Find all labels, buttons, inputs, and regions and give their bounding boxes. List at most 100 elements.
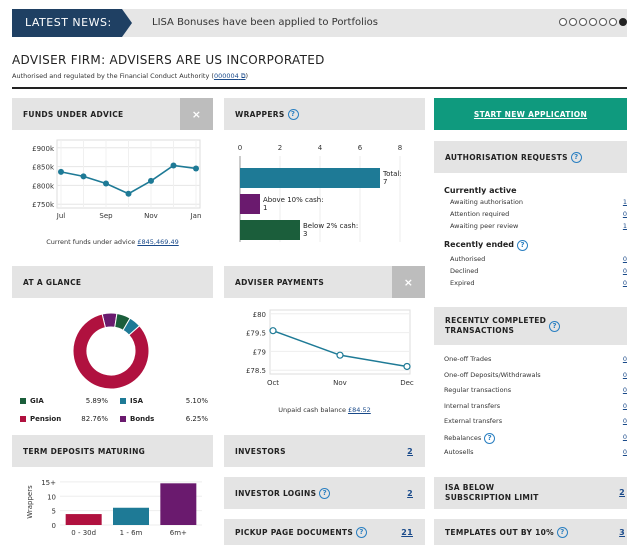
term-deposits-card: TERM DEPOSITS MATURING 15+ 10 5 0 Wrappers 0 … <box>12 435 213 545</box>
term-header: TERM DEPOSITS MATURING <box>12 435 213 467</box>
funds-data-point <box>170 162 177 169</box>
funds-title: FUNDS UNDER ADVICE <box>23 109 124 119</box>
y-axis-label: Wrappers <box>26 485 34 519</box>
y-tick-label: £900k <box>32 145 55 153</box>
y-tick-label: £80 <box>253 311 266 319</box>
fca-text: Authorised and regulated by the Financia… <box>12 72 214 80</box>
payments-data-point <box>403 362 411 371</box>
start-application-button[interactable]: START NEW APPLICATION <box>434 98 627 130</box>
funds-footer: Current funds under advice £845,469.49 <box>12 238 213 246</box>
investor-logins-count-link[interactable]: 2 <box>407 489 413 498</box>
x-tick-label: Nov <box>333 379 347 387</box>
legend-swatch <box>120 398 126 404</box>
legend-label: ISA <box>130 397 144 405</box>
ended-item-count[interactable]: 0 <box>623 279 627 287</box>
ended-item-label: Declined <box>450 267 479 275</box>
legend-label: Bonds <box>130 415 155 423</box>
transaction-item-label: Internal transfers <box>444 401 501 410</box>
close-button[interactable]: × <box>180 98 213 130</box>
investor-logins-tile[interactable]: INVESTOR LOGINS? 2 <box>224 477 425 509</box>
help-icon[interactable]: ? <box>484 432 496 444</box>
templates-out-tile[interactable]: TEMPLATES OUT BY 10%? 3 <box>434 519 627 545</box>
bar-value-label: 7 <box>383 178 387 186</box>
y-tick-label: 0 <box>52 522 56 530</box>
help-icon[interactable]: ? <box>549 320 561 332</box>
transaction-item-label: Rebalances? <box>444 432 496 444</box>
transaction-item-count[interactable]: 0 <box>623 402 627 410</box>
transaction-item-count[interactable]: 0 <box>623 433 627 441</box>
help-icon[interactable]: ? <box>287 108 299 120</box>
fca-link[interactable]: 000004 ⧉ <box>214 72 246 80</box>
investors-tile[interactable]: INVESTORS 2 <box>224 435 425 467</box>
isa-count-link[interactable]: 2 <box>619 488 625 498</box>
funds-data-point <box>58 168 64 175</box>
bar-value-label: 1 <box>263 204 267 212</box>
transaction-item-count[interactable]: 0 <box>623 386 627 394</box>
help-icon[interactable]: ? <box>356 526 368 538</box>
pagination-dot[interactable] <box>589 18 597 26</box>
active-item-count[interactable]: 1 <box>623 222 627 230</box>
x-tick-label: Dec <box>400 379 414 387</box>
isa-below-limit-tile[interactable]: ISA BELOW SUBSCRIPTION LIMIT 2 <box>434 477 627 509</box>
help-icon[interactable]: ? <box>319 487 331 499</box>
x-tick-label: 6m+ <box>170 529 187 537</box>
help-icon[interactable]: ? <box>517 240 529 251</box>
pagination-dot[interactable] <box>609 18 617 26</box>
transaction-item-count[interactable]: 0 <box>623 448 627 456</box>
recent-transactions-card: RECENTLY COMPLETED TRANSACTIONS? One-off … <box>434 307 627 467</box>
news-text[interactable]: LISA Bonuses have been applied to Portfo… <box>152 9 378 37</box>
ended-item-count[interactable]: 0 <box>623 255 627 263</box>
legend-label: Pension <box>30 415 62 423</box>
legend-value: 5.10% <box>185 397 208 405</box>
recently-ended-label: Recently ended <box>444 240 515 249</box>
recent-title-line2: TRANSACTIONS <box>445 326 515 335</box>
payments-footer: Unpaid cash balance £84.52 <box>224 406 425 414</box>
payments-card: ADVISER PAYMENTS × £80 £79.5 £79 £78.5 Oct Nov… <box>224 266 425 426</box>
pagination-dot[interactable] <box>569 18 577 26</box>
y-tick-label: £79.5 <box>246 330 266 338</box>
pickup-documents-tile[interactable]: PICKUP PAGE DOCUMENTS? 21 <box>224 519 425 545</box>
investor-logins-label: INVESTOR LOGINS <box>235 488 317 498</box>
legend-value: 6.25% <box>185 415 208 423</box>
investors-count-link[interactable]: 2 <box>407 447 413 456</box>
bar-label: Above 10% cash: <box>263 196 324 204</box>
transaction-item-label: Regular transactions <box>444 386 512 394</box>
payments-data-point <box>336 351 344 359</box>
y-tick-label: £800k <box>32 182 55 190</box>
glance-title: AT A GLANCE <box>23 277 82 287</box>
glance-header: AT A GLANCE <box>12 266 213 298</box>
pagination-dot[interactable] <box>619 18 627 26</box>
x-tick-label: 8 <box>398 144 402 152</box>
recent-title-line1: RECENTLY COMPLETED <box>445 316 547 325</box>
y-tick-label: £750k <box>32 201 55 209</box>
funds-value-link[interactable]: £845,469.49 <box>137 238 178 246</box>
transaction-item-count[interactable]: 0 <box>623 355 627 363</box>
transaction-item-count[interactable]: 0 <box>623 371 627 379</box>
pagination-dot[interactable] <box>599 18 607 26</box>
templates-count-link[interactable]: 3 <box>619 528 625 537</box>
active-item-count[interactable]: 1 <box>623 198 627 206</box>
term-bar <box>65 514 102 525</box>
pagination-dot[interactable] <box>579 18 587 26</box>
x-tick-label: Nov <box>144 212 158 220</box>
transaction-item-label: One-off Trades <box>444 355 492 363</box>
authorisation-title: AUTHORISATION REQUESTS <box>445 152 568 162</box>
help-icon[interactable]: ? <box>556 526 568 538</box>
x-tick-label: 6 <box>358 144 363 152</box>
pickup-documents-count-link[interactable]: 21 <box>401 528 413 537</box>
wrapper-bar <box>240 220 300 240</box>
close-button[interactable]: × <box>392 266 425 298</box>
bar-label: Total: <box>382 170 402 178</box>
ended-item-count[interactable]: 0 <box>623 267 627 275</box>
transaction-item-count[interactable]: 0 <box>623 417 627 425</box>
help-icon[interactable]: ? <box>570 151 582 163</box>
x-tick-label: Oct <box>267 379 279 387</box>
news-pagination[interactable] <box>559 18 627 28</box>
unpaid-balance-link[interactable]: £84.52 <box>348 406 371 414</box>
y-tick-label: £78.5 <box>246 367 266 375</box>
payments-series-line <box>272 330 408 368</box>
bar-value-label: 3 <box>303 230 307 238</box>
pagination-dot[interactable] <box>559 18 567 26</box>
active-item-count[interactable]: 0 <box>623 210 627 218</box>
x-tick-label: Jul <box>56 212 66 220</box>
